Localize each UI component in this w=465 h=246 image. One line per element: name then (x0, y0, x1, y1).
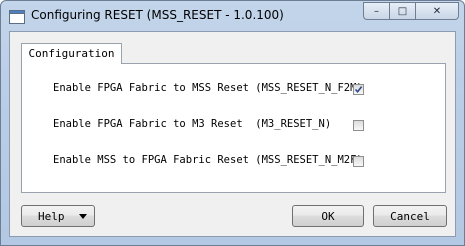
minimize-button[interactable]: – (363, 2, 389, 20)
dropdown-arrow-icon (79, 214, 87, 219)
cancel-button[interactable]: Cancel (373, 205, 447, 227)
help-button-label: Help (38, 209, 65, 223)
checkbox-mss-reset-f2m[interactable] (353, 84, 364, 95)
dialog-window: Configuring RESET (MSS_RESET - 1.0.100) … (0, 0, 465, 246)
dialog-client-area: Configuration Enable FPGA Fabric to MSS … (9, 31, 456, 237)
option-label-mss-reset-f2m: Enable FPGA Fabric to MSS Reset (MSS_RES… (53, 82, 363, 94)
tab-configuration[interactable]: Configuration (21, 43, 122, 64)
app-window-icon (9, 9, 25, 24)
close-button[interactable]: ✕ (415, 2, 459, 20)
checkbox-m3-reset[interactable] (353, 120, 364, 131)
option-label-m3-reset: Enable FPGA Fabric to M3 Reset (M3_RESET… (53, 118, 332, 130)
title-bar[interactable]: Configuring RESET (MSS_RESET - 1.0.100) … (1, 1, 464, 31)
ok-button[interactable]: OK (292, 205, 364, 227)
checkbox-mss-reset-m2f[interactable] (353, 156, 364, 167)
window-title: Configuring RESET (MSS_RESET - 1.0.100) (31, 8, 284, 22)
caption-buttons: – □ ✕ (363, 2, 459, 21)
minimize-icon: – (374, 5, 379, 17)
maximize-button[interactable]: □ (389, 2, 415, 20)
configuration-panel: Enable FPGA Fabric to MSS Reset (MSS_RES… (21, 63, 446, 193)
checkmark-icon (354, 86, 363, 94)
maximize-icon: □ (397, 5, 408, 17)
option-label-mss-reset-m2f: Enable MSS to FPGA Fabric Reset (MSS_RES… (53, 154, 363, 166)
close-icon: ✕ (432, 5, 442, 17)
help-button[interactable]: Help (21, 205, 95, 227)
